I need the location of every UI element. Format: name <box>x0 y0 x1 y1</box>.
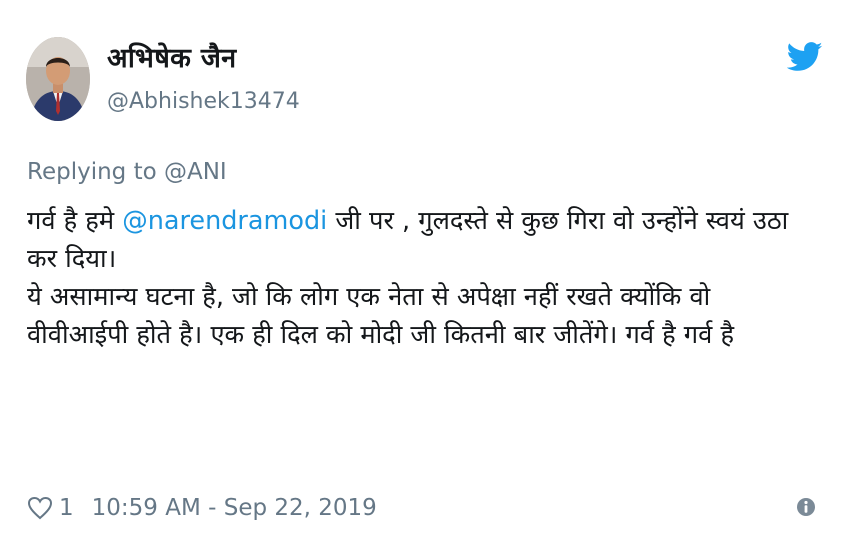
reply-mention-link[interactable]: @ANI <box>164 159 227 185</box>
tweet-timestamp[interactable]: 10:59 AM - Sep 22, 2019 <box>92 495 377 521</box>
replying-prefix: Replying to <box>27 159 164 185</box>
twitter-bird-icon[interactable] <box>786 42 823 72</box>
heart-icon[interactable] <box>27 496 53 520</box>
tweet-footer: 1 10:59 AM - Sep 22, 2019 <box>27 488 377 528</box>
user-handle[interactable]: @Abhishek13474 <box>107 89 300 114</box>
info-icon[interactable] <box>796 497 816 517</box>
tweet-paragraph-2: ये असामान्य घटना है, जो कि लोग एक नेता स… <box>27 282 734 350</box>
like-count: 1 <box>59 495 74 521</box>
avatar[interactable] <box>26 37 90 121</box>
tweet-card: अभिषेक जैन @Abhishek13474 Replying to @A… <box>0 0 850 550</box>
tweet-text: गर्व है हमे @narendramodi जी पर , गुलदस्… <box>27 202 817 354</box>
tweet-text-before-mention: गर्व है हमे <box>27 206 123 236</box>
tweet-paragraph-1: गर्व है हमे @narendramodi जी पर , गुलदस्… <box>27 202 817 278</box>
mention-link[interactable]: @narendramodi <box>122 206 327 236</box>
display-name[interactable]: अभिषेक जैन <box>107 38 236 75</box>
replying-to: Replying to @ANI <box>27 159 227 185</box>
